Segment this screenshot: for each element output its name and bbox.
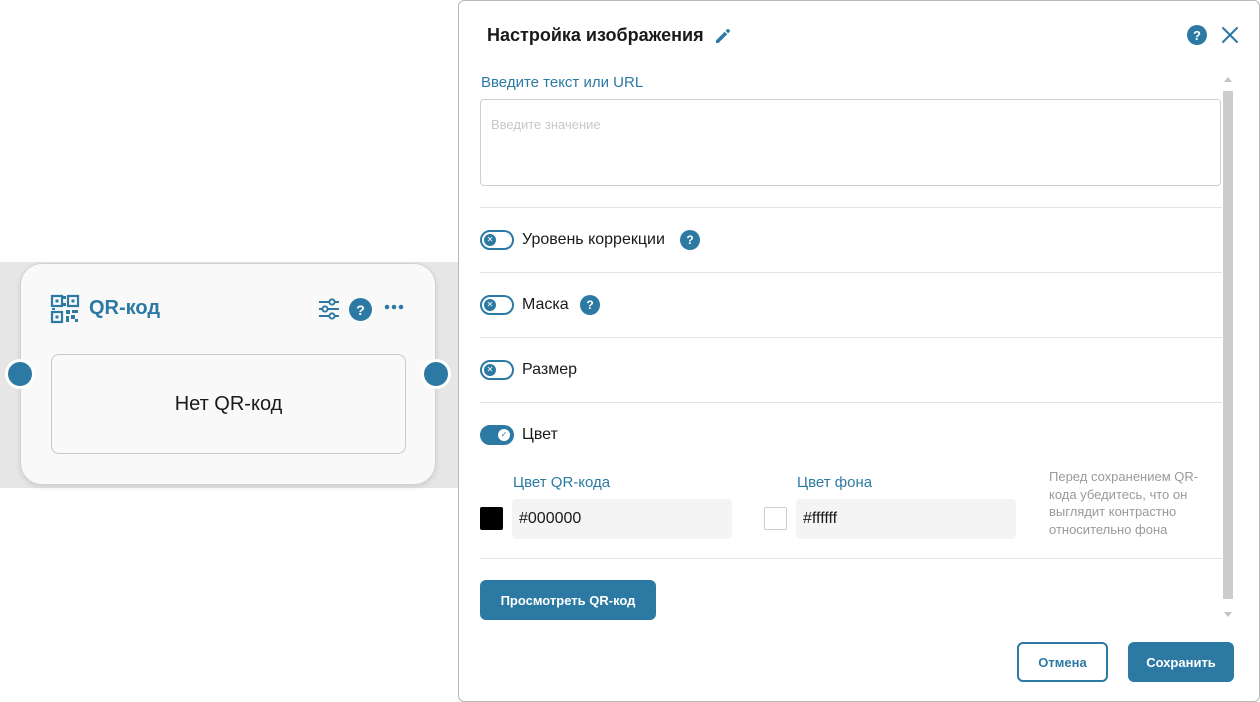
mask-label: Маска: [522, 296, 569, 313]
scroll-down-arrow[interactable]: [1224, 612, 1232, 617]
divider: [480, 558, 1222, 559]
pencil-icon[interactable]: [713, 26, 733, 46]
dialog-scrollbar[interactable]: [1221, 73, 1235, 621]
correction-help-label: ?: [686, 233, 694, 247]
mask-help-label: ?: [586, 298, 594, 312]
bg-color-swatch[interactable]: [764, 507, 787, 530]
help-icon-label: ?: [356, 301, 365, 318]
close-icon[interactable]: [1220, 25, 1240, 45]
qr-color-swatch[interactable]: [480, 507, 503, 530]
dialog-help-label: ?: [1193, 27, 1201, 43]
dialog-title: Настройка изображения: [487, 25, 704, 45]
mask-toggle[interactable]: ✕: [480, 295, 514, 315]
image-settings-dialog: Настройка изображения ? Введите текст ил…: [458, 0, 1260, 702]
node-title: QR-код: [89, 297, 161, 319]
qr-color-input[interactable]: [512, 499, 732, 539]
qr-color-label: Цвет QR-кода: [513, 474, 611, 491]
toggle-off-icon: ✕: [484, 234, 496, 246]
size-toggle[interactable]: ✕: [480, 360, 514, 380]
text-field-label: Введите текст или URL: [481, 74, 644, 91]
toggle-on-icon: ✓: [498, 429, 510, 441]
color-toggle[interactable]: ✓: [480, 425, 514, 445]
divider: [480, 402, 1222, 403]
scroll-up-arrow[interactable]: [1224, 77, 1232, 82]
bg-color-input[interactable]: [796, 499, 1016, 539]
bg-color-label: Цвет фона: [797, 474, 873, 491]
correction-help-icon[interactable]: ?: [680, 230, 700, 250]
cancel-button[interactable]: Отмена: [1017, 642, 1108, 682]
preview-qr-button[interactable]: Просмотреть QR-код: [480, 580, 656, 620]
toggle-off-icon: ✕: [484, 299, 496, 311]
output-port[interactable]: [421, 359, 451, 389]
color-label: Цвет: [522, 426, 558, 443]
scroll-thumb[interactable]: [1223, 91, 1233, 599]
divider: [480, 207, 1222, 208]
size-label: Размер: [522, 361, 577, 378]
toggle-off-icon: ✕: [484, 364, 496, 376]
divider: [480, 272, 1222, 273]
mask-help-icon[interactable]: ?: [580, 295, 600, 315]
help-icon[interactable]: ?: [349, 298, 372, 321]
input-port[interactable]: [5, 359, 35, 389]
qr-code-icon: [50, 294, 80, 324]
qr-node[interactable]: QR-код ? Нет QR-код: [20, 263, 436, 485]
dialog-help-icon[interactable]: ?: [1187, 25, 1207, 45]
save-button[interactable]: Сохранить: [1128, 642, 1234, 682]
correction-level-toggle[interactable]: ✕: [480, 230, 514, 250]
sliders-icon[interactable]: [317, 297, 341, 321]
node-empty-text: Нет QR-код: [174, 392, 283, 415]
divider: [480, 337, 1222, 338]
node-preview-area: Нет QR-код: [51, 354, 406, 454]
text-url-input[interactable]: [480, 99, 1221, 186]
correction-level-label: Уровень коррекции: [522, 231, 665, 248]
more-icon[interactable]: [383, 300, 405, 314]
contrast-hint: Перед сохранением QR-кода убедитесь, что…: [1049, 469, 1199, 537]
